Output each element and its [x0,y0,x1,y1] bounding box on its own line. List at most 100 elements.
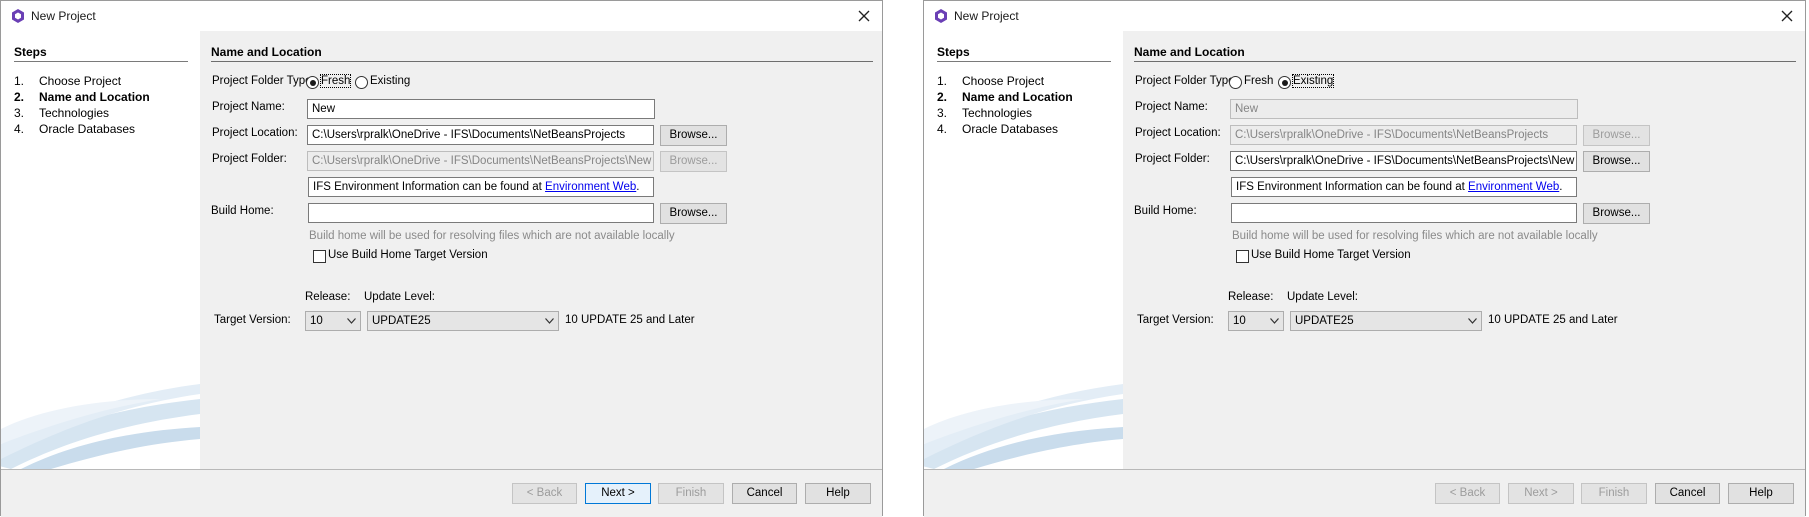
content-panel: Name and Location Project Folder Type: F… [200,31,882,469]
decorative-swirl-image [1,384,200,469]
radio-existing[interactable] [1278,76,1291,89]
build-home-input[interactable] [1231,203,1577,223]
update-level-select[interactable]: UPDATE25 [367,311,559,331]
decorative-swirl-image [924,384,1123,469]
project-location-label: Project Location: [1135,127,1221,139]
use-build-home-checkbox[interactable] [313,250,326,263]
environment-web-link[interactable]: Environment Web [1468,181,1559,193]
back-button[interactable]: < Back [1435,483,1500,504]
step-label: Oracle Databases [962,122,1059,136]
radio-fresh[interactable] [1229,76,1242,89]
chevron-down-icon [1468,318,1477,324]
build-home-hint: Build home will be used for resolving fi… [1232,230,1598,242]
cancel-button[interactable]: Cancel [732,483,797,504]
update-level-label: Update Level: [364,291,435,303]
title-bar: New Project [924,1,1805,31]
chevron-down-icon [1270,318,1279,324]
update-level-label: Update Level: [1287,291,1358,303]
project-folder-input[interactable]: C:\Users\rpralk\OneDrive - IFS\Documents… [1230,151,1577,171]
step-number: 1. [14,74,25,88]
section-title: Name and Location [211,45,873,62]
radio-existing-label[interactable]: Existing [370,75,410,87]
step-number: 4. [937,122,948,136]
use-build-home-checkbox[interactable] [1236,250,1249,263]
step-number: 3. [14,106,25,120]
steps-list: 1. Choose Project 2. Name and Location 3. T… [937,73,1073,137]
environment-info-text: IFS Environment Information can be found… [313,181,546,193]
cancel-button[interactable]: Cancel [1655,483,1720,504]
close-icon[interactable] [1777,6,1797,26]
step-item: 3. Technologies [937,105,1073,121]
window-title: New Project [954,9,1019,23]
radio-existing-label[interactable]: Existing [1291,74,1335,88]
release-select[interactable]: 10 [1228,311,1284,331]
next-button[interactable]: Next > [585,483,651,504]
step-label: Name and Location [39,90,150,104]
browse-location-button[interactable]: Browse... [1583,125,1650,146]
use-build-home-label[interactable]: Use Build Home Target Version [328,249,488,261]
new-project-dialog-fresh: New Project Steps 1. Choose Project 2. Nam… [0,0,883,517]
radio-fresh-label[interactable]: Fresh [319,74,352,88]
step-number: 1. [937,74,948,88]
step-item: 3. Technologies [14,105,150,121]
browse-folder-button[interactable]: Browse... [660,151,727,172]
project-location-label: Project Location: [212,127,298,139]
chevron-down-icon [347,318,356,324]
browse-build-home-button[interactable]: Browse... [1583,203,1650,224]
title-bar: New Project [1,1,882,31]
target-version-label: Target Version: [214,314,291,326]
project-name-input[interactable]: New [1230,99,1578,119]
radio-fresh[interactable] [306,76,319,89]
step-label: Oracle Databases [39,122,136,136]
radio-existing[interactable] [355,76,368,89]
browse-folder-button[interactable]: Browse... [1583,151,1650,172]
update-level-select-value: UPDATE25 [372,315,431,327]
radio-fresh-label[interactable]: Fresh [1244,75,1273,87]
environment-web-link[interactable]: Environment Web [545,181,636,193]
step-label: Choose Project [962,74,1045,88]
finish-button[interactable]: Finish [1581,483,1647,504]
project-name-input[interactable]: New [307,99,655,119]
window-title: New Project [31,9,96,23]
next-button[interactable]: Next > [1508,483,1574,504]
project-folder-label: Project Folder: [212,153,287,165]
browse-location-button[interactable]: Browse... [660,125,727,146]
build-home-label: Build Home: [211,205,274,217]
content-panel: Name and Location Project Folder Type: F… [1123,31,1805,469]
close-icon[interactable] [854,6,874,26]
step-item: 4. Oracle Databases [14,121,150,137]
folder-type-label: Project Folder Type: [212,75,315,87]
step-item: 4. Oracle Databases [937,121,1073,137]
steps-panel: Steps 1. Choose Project 2. Name and Locati… [924,31,1123,469]
section-title: Name and Location [1134,45,1796,62]
build-home-input[interactable] [308,203,654,223]
build-home-label: Build Home: [1134,205,1197,217]
step-item: 1. Choose Project [14,73,150,89]
project-name-label: Project Name: [212,101,285,113]
project-location-input[interactable]: C:\Users\rpralk\OneDrive - IFS\Documents… [307,125,654,145]
folder-type-label: Project Folder Type: [1135,75,1238,87]
release-select[interactable]: 10 [305,311,361,331]
button-bar: < Back Next > Finish Cancel Help [1,469,882,517]
project-location-input[interactable]: C:\Users\rpralk\OneDrive - IFS\Documents… [1230,125,1577,145]
step-item: 1. Choose Project [937,73,1073,89]
step-number: 2. [14,90,25,104]
step-label: Name and Location [962,90,1073,104]
browse-build-home-button[interactable]: Browse... [660,203,727,224]
finish-button[interactable]: Finish [658,483,724,504]
steps-title: Steps [937,45,1111,62]
help-button[interactable]: Help [1728,483,1794,504]
release-label: Release: [1228,291,1274,303]
step-number: 4. [14,122,25,136]
project-folder-label: Project Folder: [1135,153,1210,165]
netbeans-hexagon-icon [935,9,947,23]
update-level-select[interactable]: UPDATE25 [1290,311,1482,331]
use-build-home-label[interactable]: Use Build Home Target Version [1251,249,1411,261]
back-button[interactable]: < Back [512,483,577,504]
project-folder-input[interactable]: C:\Users\rpralk\OneDrive - IFS\Documents… [307,151,654,171]
environment-info-field: IFS Environment Information can be found… [1231,177,1577,197]
step-number: 2. [937,90,948,104]
project-name-label: Project Name: [1135,101,1208,113]
help-button[interactable]: Help [805,483,871,504]
release-select-value: 10 [1233,315,1246,327]
